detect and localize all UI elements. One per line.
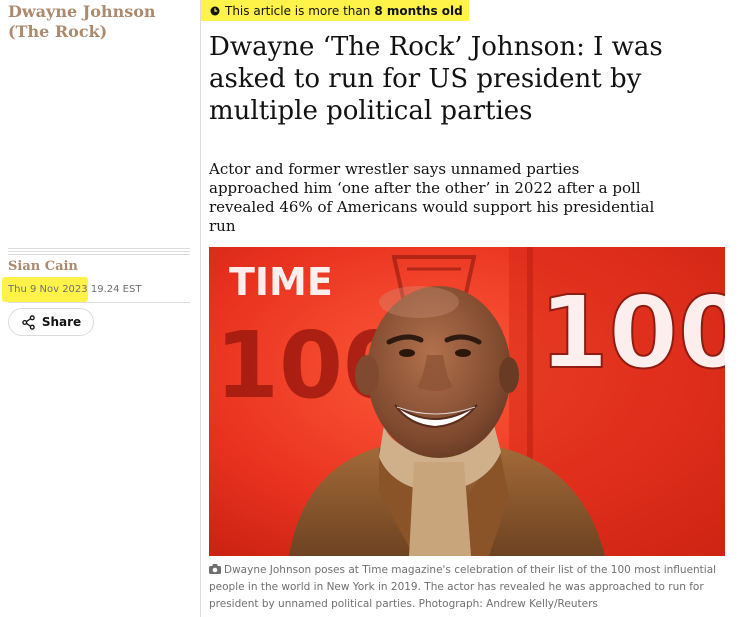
camera-icon (209, 564, 221, 574)
age-warning: This article is more than 8 months old (201, 0, 469, 21)
column-divider (200, 0, 201, 617)
photo-illustration: TIME 100 100 (209, 247, 725, 556)
dateline: Thu 9 Nov 2023 19.24 EST (8, 284, 141, 295)
publish-date: Thu 9 Nov 2023 (8, 284, 88, 295)
headline: Dwayne ‘The Rock’ Johnson: I was asked t… (209, 32, 663, 126)
backdrop-time-text: TIME (229, 260, 333, 304)
age-warning-text: This article is more than (225, 3, 371, 18)
clock-icon (210, 6, 220, 15)
backdrop-100-right: 100 (539, 274, 725, 391)
share-button[interactable]: Share (8, 308, 94, 336)
photo-caption: Dwayne Johnson poses at Time magazine's … (209, 562, 725, 613)
section-link[interactable]: Dwayne Johnson (The Rock) (8, 2, 196, 42)
article-sidebar: Dwayne Johnson (The Rock) Sian Cain Thu … (0, 0, 200, 617)
share-icon (22, 314, 35, 330)
publish-time: 19.24 EST (90, 284, 142, 295)
author-name[interactable]: Sian Cain (8, 259, 78, 274)
divider (8, 302, 190, 303)
multi-line-divider (8, 248, 190, 257)
main-photo: TIME 100 100 (209, 247, 725, 556)
caption-text: Dwayne Johnson poses at Time magazine's … (209, 564, 717, 610)
share-label: Share (41, 315, 82, 329)
age-warning-age: 8 months old (374, 3, 463, 18)
standfirst: Actor and former wrestler says unnamed p… (209, 160, 655, 235)
